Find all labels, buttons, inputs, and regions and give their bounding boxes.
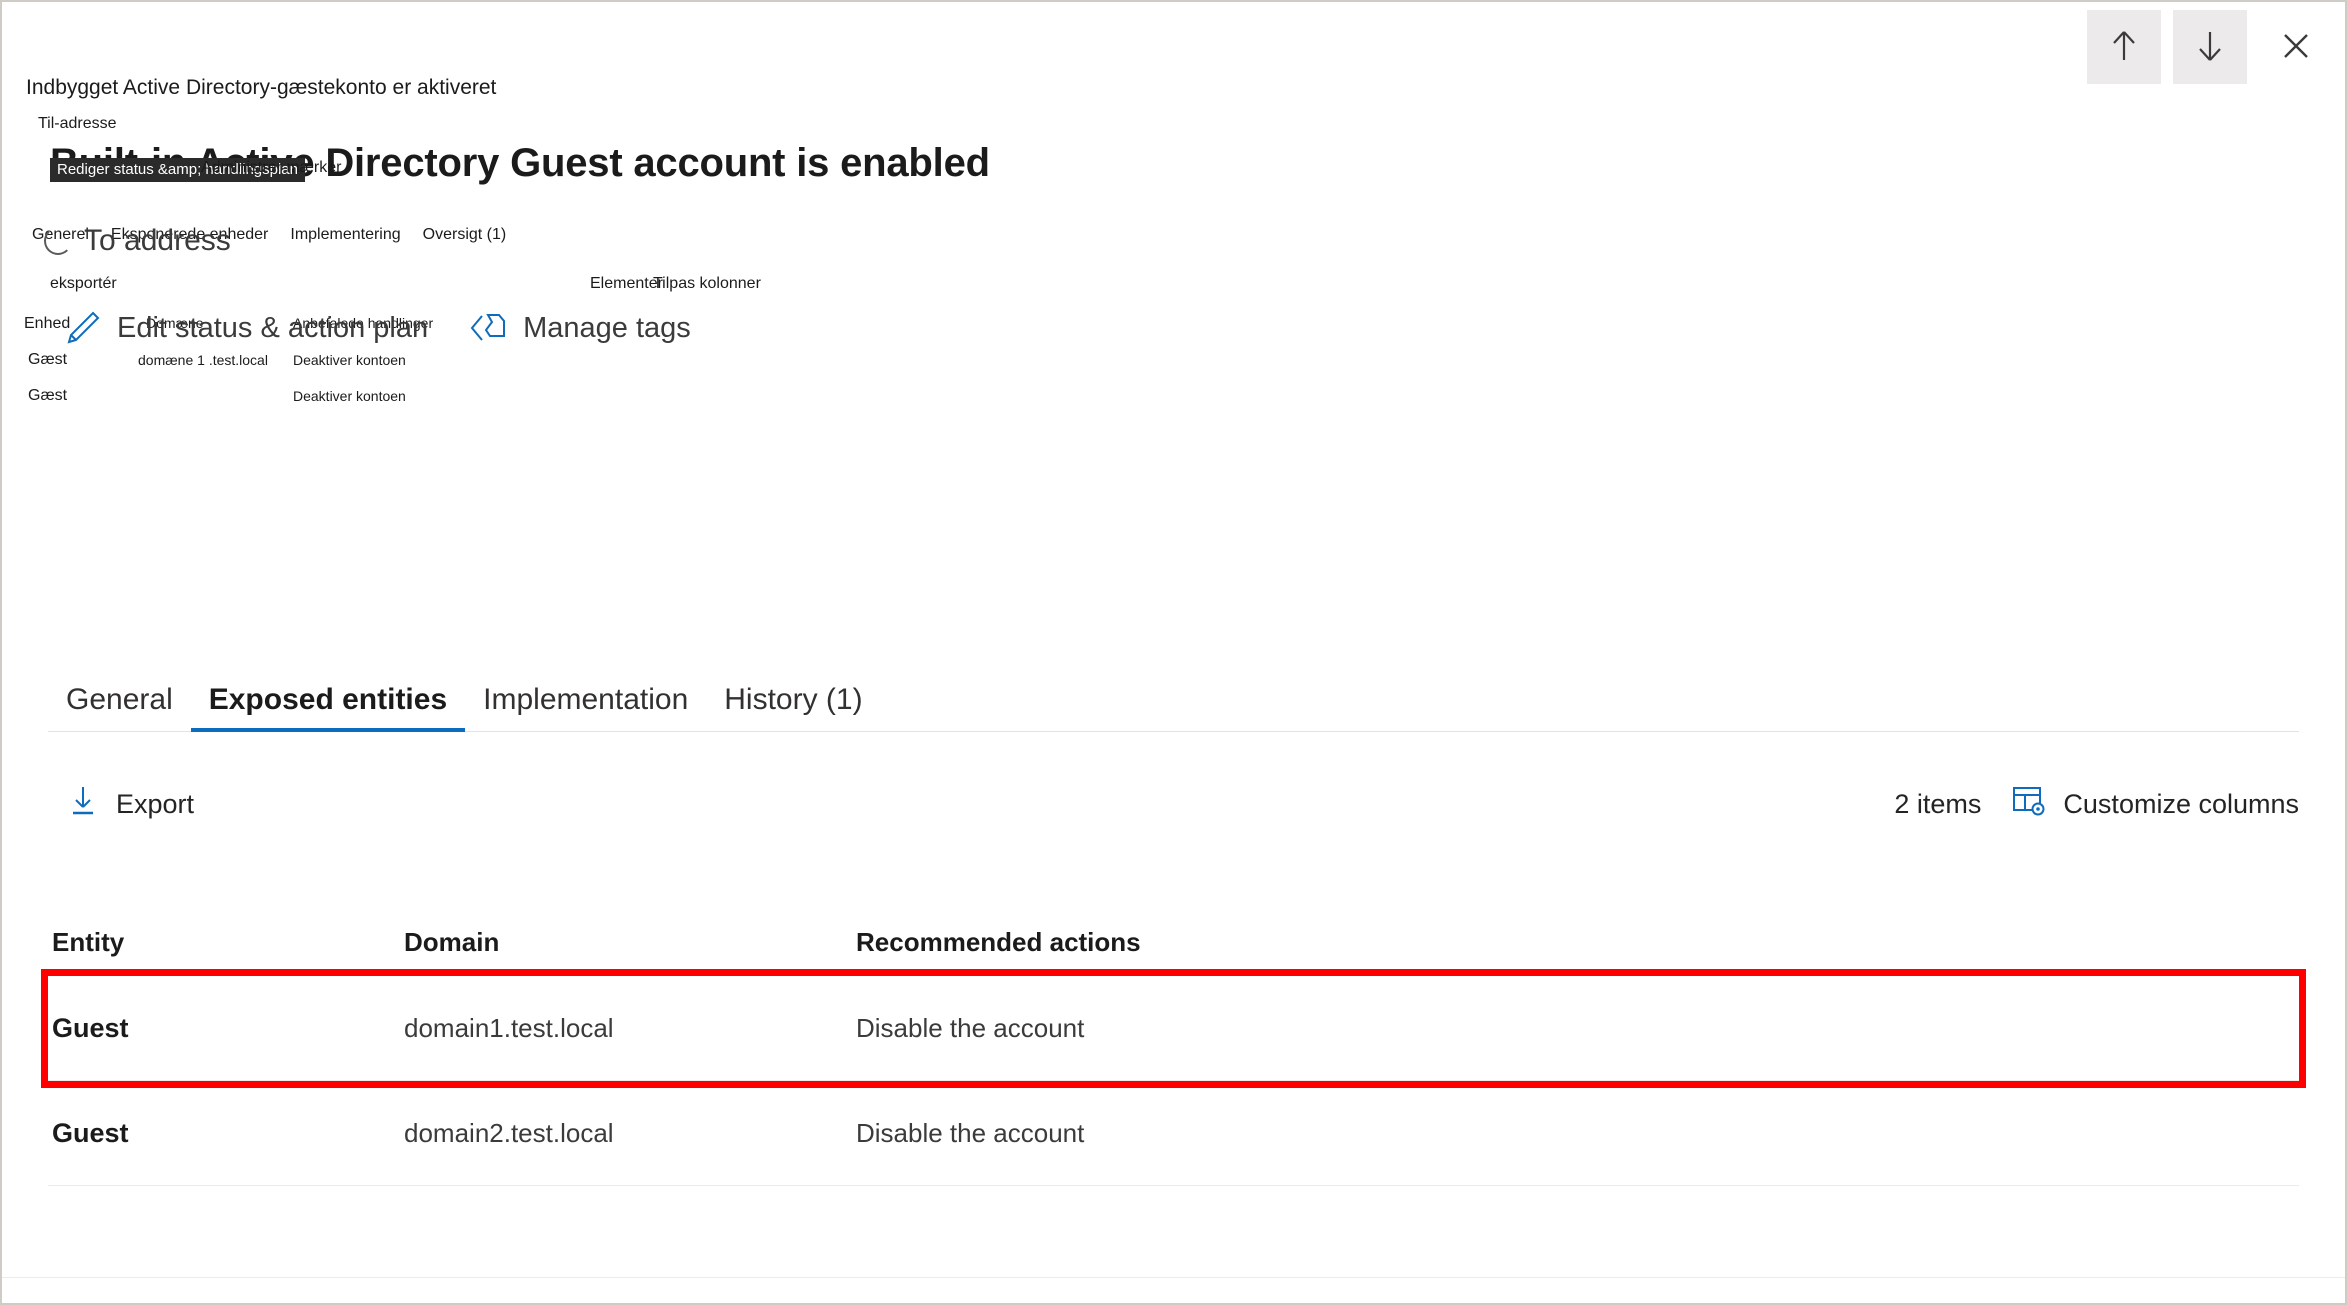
danish-row2-action: Deaktiver kontoen xyxy=(293,388,406,404)
table-header-row: Entity Domain Recommended actions xyxy=(48,910,2299,976)
tab-strip: General Exposed entities Implementation … xyxy=(48,662,2299,732)
previous-item-button[interactable] xyxy=(2087,10,2161,84)
manage-tags-label: Manage tags xyxy=(523,311,691,344)
cell-entity: Guest xyxy=(52,1012,129,1043)
close-icon xyxy=(2276,26,2316,69)
table-row[interactable]: Guest domain1.test.local Disable the acc… xyxy=(41,969,2306,1088)
manage-tags-button[interactable]: Manage tags xyxy=(468,308,691,348)
danish-export-label[interactable]: eksportér xyxy=(50,275,117,293)
flyout-panel: Indbygget Active Directory-gæstekonto er… xyxy=(0,0,2347,1305)
danish-to-address-label: Til-adresse xyxy=(38,115,117,132)
danish-row1-domain: domæne 1 .test.local xyxy=(138,352,268,368)
close-button[interactable] xyxy=(2259,10,2333,84)
table-row[interactable]: Guest domain2.test.local Disable the acc… xyxy=(48,1081,2299,1186)
danish-items-label: Elementer xyxy=(590,275,663,292)
edit-status-action-plan-label: Edit status & action plan xyxy=(117,311,429,344)
export-label: Export xyxy=(116,788,195,819)
action-command-bar: Edit status & action plan Manage tags xyxy=(62,308,691,348)
customize-columns-label: Customize columns xyxy=(2063,788,2299,819)
table-settings-icon xyxy=(2011,784,2047,825)
download-arrow-icon xyxy=(66,784,100,825)
danish-row1-action: Deaktiver kontoen xyxy=(293,352,406,368)
cell-domain: domain2.test.local xyxy=(404,1117,614,1148)
danish-row2-entity: Gæst xyxy=(28,387,68,404)
command-bar-right: 2 items Customize columns xyxy=(1894,784,2299,825)
next-item-button[interactable] xyxy=(2173,10,2247,84)
danish-tooltip-manage-tags: Administrer mærker xyxy=(201,159,342,176)
panel-footer xyxy=(2,1277,2345,1303)
table-command-bar: Export 2 items Customize columns xyxy=(48,764,2299,844)
arrow-up-icon xyxy=(2104,26,2144,69)
exposed-entities-table: Entity Domain Recommended actions Guest … xyxy=(41,910,2306,1186)
tab-history[interactable]: History (1) xyxy=(706,683,880,731)
tab-general[interactable]: General xyxy=(48,683,191,731)
column-header-domain[interactable]: Domain xyxy=(400,927,852,958)
tags-icon xyxy=(468,308,508,348)
danish-tab-implementation[interactable]: Implementering xyxy=(290,226,400,244)
edit-status-action-plan-button[interactable]: Edit status & action plan xyxy=(62,308,428,348)
cell-recommended-action: Disable the account xyxy=(856,1117,1085,1148)
customize-columns-button[interactable]: Customize columns xyxy=(2011,784,2299,825)
column-header-entity[interactable]: Entity xyxy=(48,927,400,958)
to-address-status: To address xyxy=(44,224,231,258)
danish-customize-columns-label[interactable]: Tilpas kolonner xyxy=(653,275,761,293)
cell-recommended-action: Disable the account xyxy=(856,1012,1085,1043)
item-count: 2 items xyxy=(1894,788,1982,819)
cell-entity: Guest xyxy=(52,1117,129,1148)
arrow-down-icon xyxy=(2190,26,2230,69)
danish-row1-entity: Gæst xyxy=(28,351,68,368)
pencil-icon xyxy=(62,308,102,348)
tab-exposed-entities[interactable]: Exposed entities xyxy=(190,683,466,732)
window-controls xyxy=(2087,10,2333,84)
tab-implementation[interactable]: Implementation xyxy=(465,683,706,731)
danish-tab-history[interactable]: Oversigt (1) xyxy=(423,226,507,244)
column-header-recommended-actions[interactable]: Recommended actions xyxy=(852,927,2299,958)
export-button[interactable]: Export xyxy=(48,784,194,825)
danish-alert-title: Indbygget Active Directory-gæstekonto er… xyxy=(26,76,497,99)
to-address-label: To address xyxy=(84,224,231,257)
spinner-icon xyxy=(44,227,72,255)
cell-domain: domain1.test.local xyxy=(404,1012,614,1043)
